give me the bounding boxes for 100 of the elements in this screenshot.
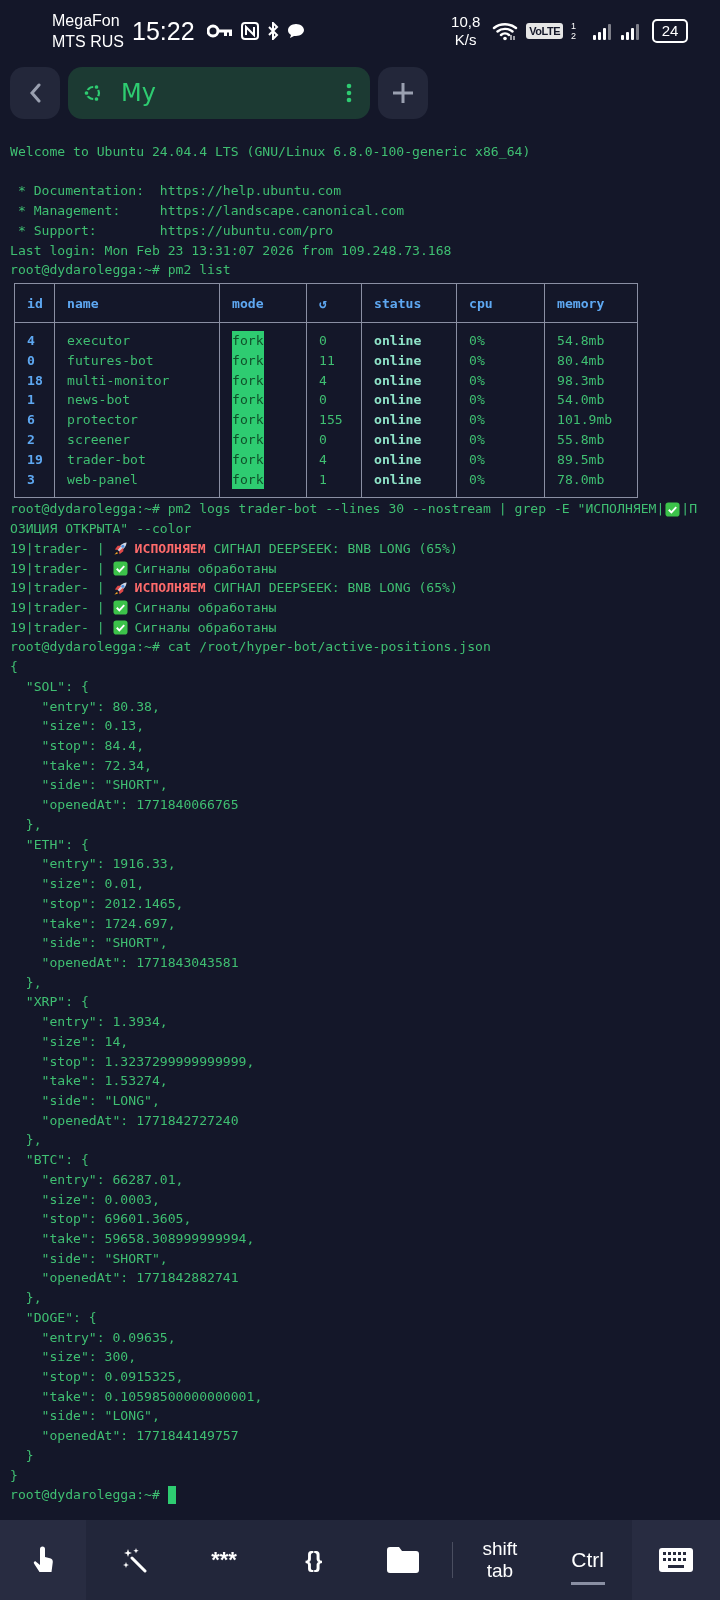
table-cell: 0 <box>319 333 327 349</box>
network-speed: 10,8 <box>451 13 481 31</box>
chevron-left-icon <box>29 83 41 103</box>
terminal-line: "stop": 69601.3605, <box>40 1210 192 1229</box>
add-tab-button[interactable] <box>378 67 428 119</box>
terminal-line: "size": 300, <box>40 1348 137 1367</box>
terminal-line: "stop": 1.3237299999999999, <box>40 1052 255 1071</box>
terminal-line: }, <box>24 1289 42 1308</box>
message-icon <box>286 23 305 39</box>
terminal-line: "size": 14, <box>40 1032 129 1051</box>
mode-tag: fork <box>232 449 264 470</box>
table-cell: 2 <box>27 432 35 448</box>
touch-icon <box>31 1546 54 1574</box>
bluetooth-icon <box>266 22 279 40</box>
toolbar-key[interactable]: *** <box>179 1520 269 1600</box>
terminal-line: }, <box>24 1131 42 1150</box>
terminal-line: "stop": 2012.1465, <box>40 894 184 913</box>
clock-time: 15:22 <box>132 16 195 46</box>
keyboard-button[interactable] <box>632 1520 720 1600</box>
terminal-line: "openedAt": 1771843043581 <box>40 953 239 972</box>
terminal-line: "side": "SHORT", <box>40 776 168 795</box>
terminal-line: "entry": 80.38, <box>40 697 160 716</box>
table-cell: 4 <box>27 333 35 349</box>
command-line: root@dydarolegga:~# pm2 list <box>10 261 231 280</box>
command-line: root@dydarolegga:~# <box>10 1486 160 1505</box>
mode-tag: fork <box>232 331 264 351</box>
sim-slot: 2 <box>571 31 576 41</box>
rocket-icon <box>112 580 128 596</box>
table-cell: 78.0mb <box>557 471 605 487</box>
terminal-line: "size": 0.0003, <box>40 1190 160 1209</box>
table-cell: web-panel <box>67 471 138 487</box>
network-speed: K/s <box>454 31 477 49</box>
terminal-line: "size": 0.13, <box>40 717 144 736</box>
table-cell: 0% <box>469 471 485 487</box>
toolbar-key[interactable]: {} <box>268 1520 359 1600</box>
ubuntu-logo-icon <box>83 83 103 103</box>
table-cell: trader-bot <box>67 451 146 467</box>
magic-wand-icon <box>121 1547 148 1573</box>
command-line: root@dydarolegga:~# pm2 logs trader-bot --lines 30 --nostream | grep -E "ИСПОЛНЯЕМ| <box>10 500 665 519</box>
touch-mode-button[interactable] <box>0 1520 86 1600</box>
check-icon <box>112 600 128 616</box>
tab-title: My <box>121 79 157 107</box>
table-cell: online <box>374 432 422 448</box>
terminal-line: "side": "LONG", <box>40 1091 160 1110</box>
volte-badge: VoLTE <box>526 23 563 39</box>
terminal-line: "entry": 1916.33, <box>40 855 176 874</box>
terminal-line: "stop": 0.0915325, <box>40 1368 184 1387</box>
table-cell: 4 <box>319 372 327 388</box>
terminal-line: }, <box>24 815 42 834</box>
table-cell: 1 <box>319 471 327 487</box>
check-icon <box>665 501 681 517</box>
table-cell: 89.5mb <box>557 451 605 467</box>
table-cell: 0% <box>469 352 485 368</box>
table-cell: 0 <box>27 352 35 368</box>
keyboard-icon <box>659 1548 694 1572</box>
terminal-line: } <box>24 1446 34 1465</box>
table-cell: 80.4mb <box>557 352 605 368</box>
table-cell: online <box>374 451 422 467</box>
table-cell: 98.3mb <box>557 372 605 388</box>
table-cell: 19 <box>27 451 43 467</box>
table-cell: 0% <box>469 432 485 448</box>
log-message: ИСПОЛНЯЕМ СИГНАЛ DEEPSEEK: BNB LONG (65%) <box>134 579 458 598</box>
key-icon <box>206 24 233 38</box>
back-button[interactable] <box>10 67 60 119</box>
terminal-line: "entry": 1.3934, <box>40 1013 168 1032</box>
toolbar-key[interactable]: shift tab <box>457 1520 543 1600</box>
table-cell: online <box>374 412 422 428</box>
table-cell: multi-monitor <box>67 372 170 388</box>
more-icon[interactable] <box>346 83 352 103</box>
folder-icon <box>386 1546 421 1574</box>
table-cell: 0% <box>469 451 485 467</box>
mode-tag: fork <box>232 430 264 450</box>
session-tab[interactable]: My <box>68 67 370 119</box>
signal-icon <box>592 21 612 41</box>
log-source: 19|trader- | <box>10 599 105 617</box>
column-header: ↺ <box>306 283 362 323</box>
wifi-icon <box>492 21 519 41</box>
log-message: ИСПОЛНЯЕМ СИГНАЛ DEEPSEEK: BNB LONG (65%) <box>134 539 458 558</box>
column-header: mode <box>219 283 307 323</box>
carrier-name: MTS RUS <box>52 32 124 52</box>
table-cell: 0 <box>319 392 327 408</box>
log-source: 19|trader- | <box>10 539 105 558</box>
terminal-line: "ETH": { <box>24 835 89 854</box>
log-source: 19|trader- | <box>10 559 105 578</box>
terminal-line: "take": 59658.308999999994, <box>40 1230 255 1248</box>
mode-tag: fork <box>232 469 264 490</box>
terminal-line: "side": "LONG", <box>40 1407 160 1426</box>
terminal-line: "size": 0.01, <box>40 875 144 894</box>
table-cell: 0% <box>469 333 485 349</box>
table-cell: news-bot <box>67 392 131 408</box>
log-message: Сигналы обработаны <box>134 559 277 578</box>
terminal-line: "DOGE": { <box>24 1308 97 1327</box>
terminal-line: "take": 1724.697, <box>40 914 176 933</box>
terminal-line: "SOL": { <box>24 677 89 696</box>
terminal-line: { <box>10 658 18 677</box>
mode-tag: fork <box>232 410 264 430</box>
terminal-line: "openedAt": 1771842882741 <box>40 1269 239 1288</box>
log-message: Сигналы обработаны <box>134 618 277 637</box>
terminal-line: "take": 1.53274, <box>40 1072 168 1091</box>
table-cell: protector <box>67 412 138 428</box>
